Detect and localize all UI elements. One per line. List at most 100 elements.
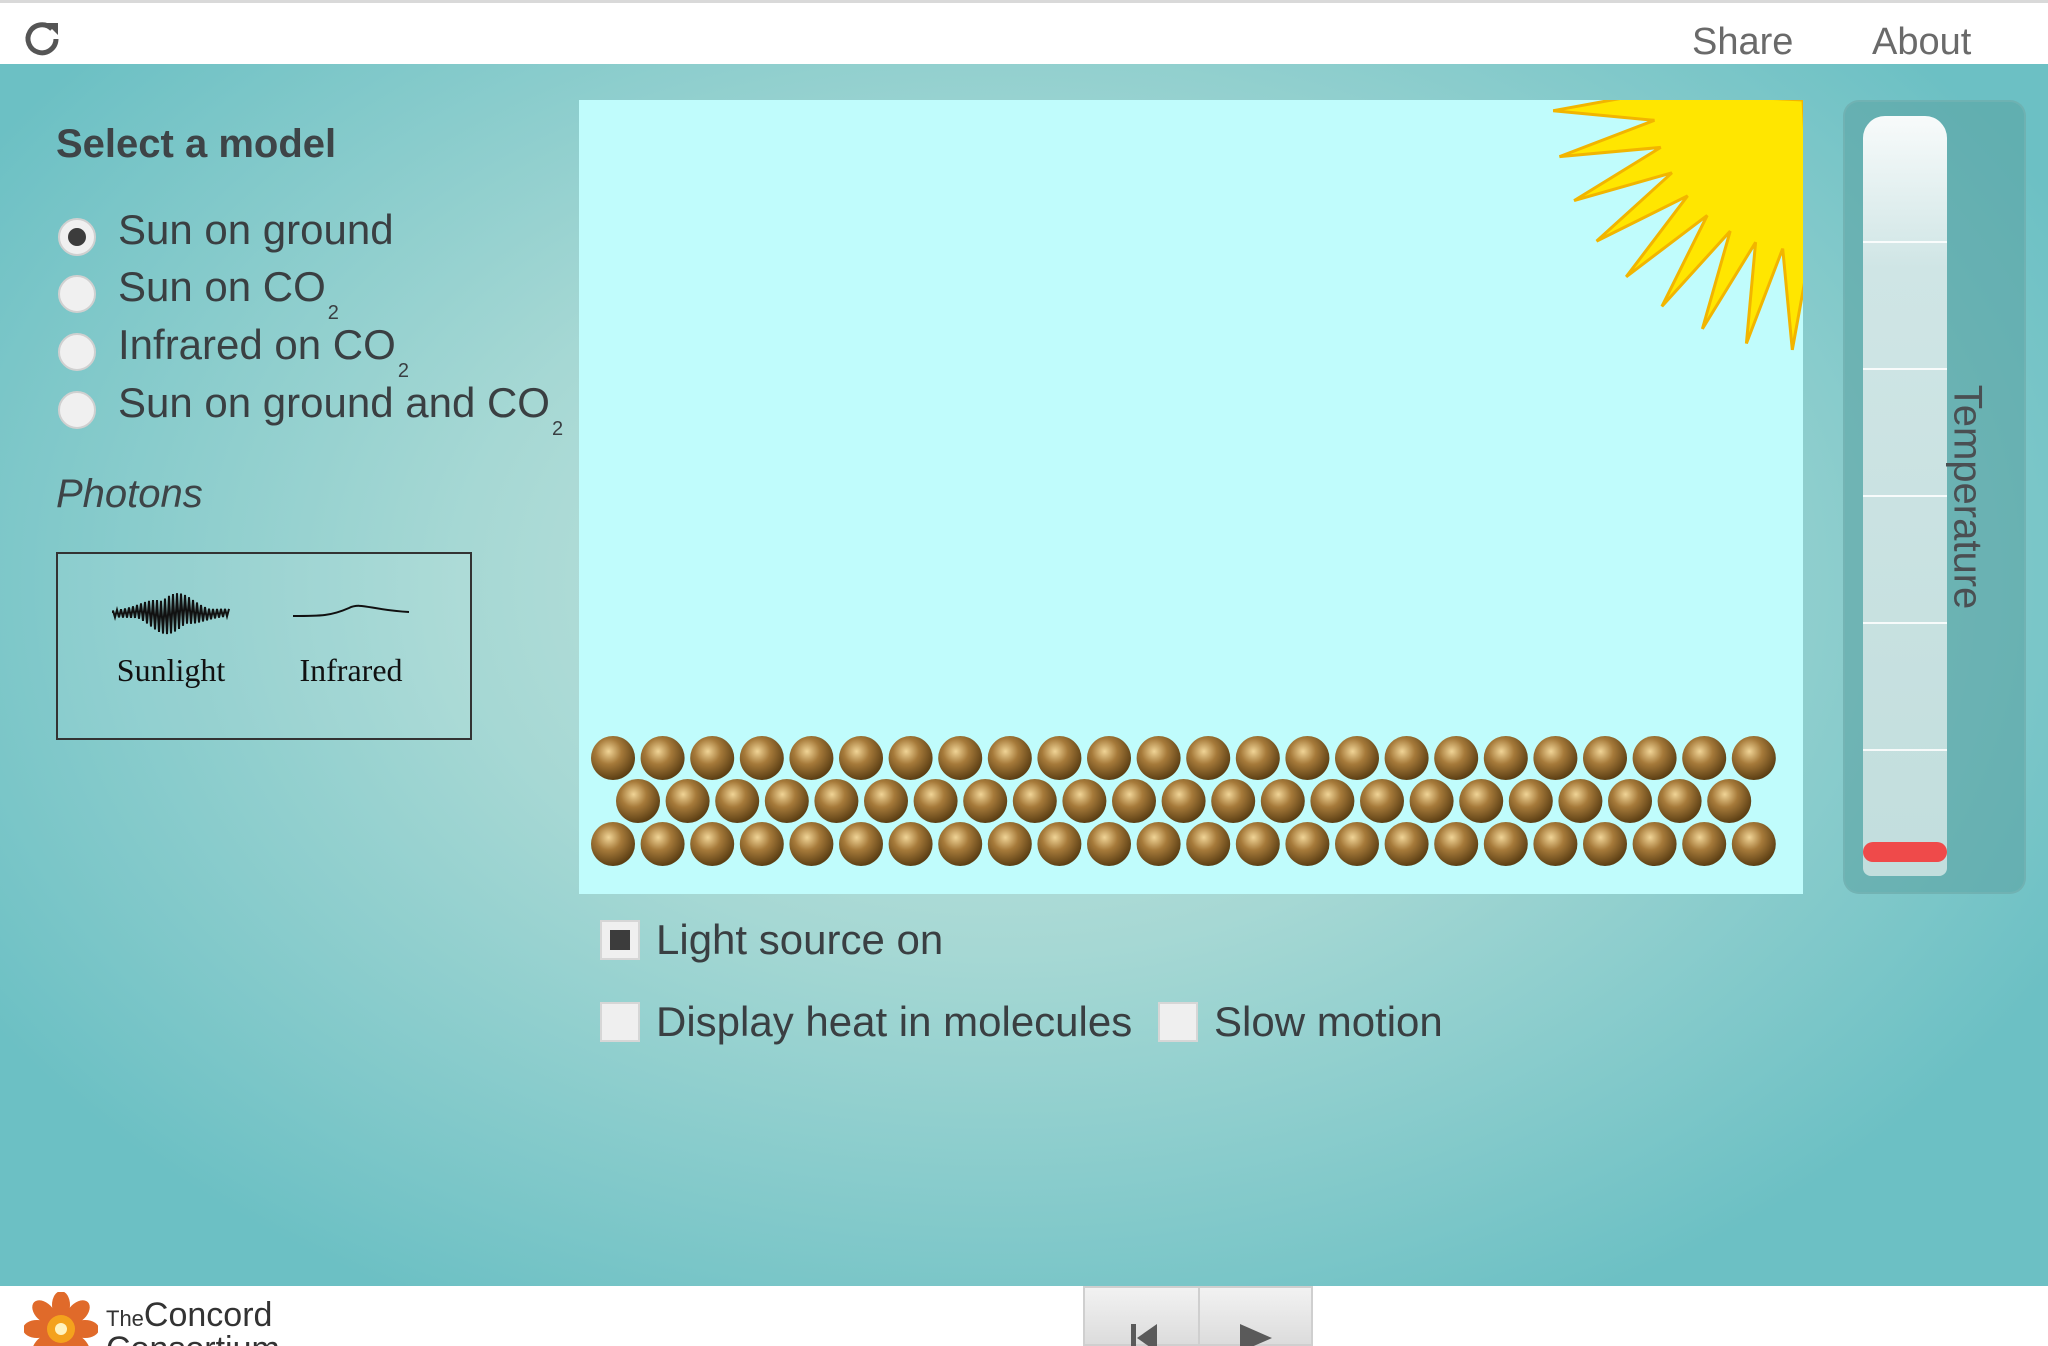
model-option-label: Infrared on CO2 — [118, 321, 409, 382]
ground-molecule — [987, 822, 1032, 866]
ground-molecule — [1310, 779, 1355, 823]
ground-molecule — [1533, 822, 1578, 866]
photons-heading: Photons — [56, 472, 203, 516]
ground-molecule — [1483, 736, 1528, 780]
concord-logo[interactable]: TheConcord Consortium — [24, 1292, 280, 1346]
ground-molecule — [1434, 822, 1479, 866]
temperature-label: Temperature — [1945, 384, 1990, 610]
ground-molecule — [839, 736, 883, 780]
model-option-label: Sun on CO2 — [118, 263, 339, 324]
ground-molecule — [640, 736, 685, 780]
ground-molecule — [1583, 822, 1627, 866]
model-radio[interactable] — [58, 391, 96, 429]
ground-molecule — [1731, 736, 1776, 780]
ground-molecule — [1508, 779, 1553, 823]
simulation-canvas[interactable] — [579, 100, 1803, 894]
ground-molecule — [1409, 779, 1454, 823]
bottom-bar: TheConcord Consortium — [0, 1286, 2048, 1346]
ground-molecule — [764, 779, 809, 823]
ground-molecule — [1186, 736, 1231, 780]
slow-motion-checkbox[interactable] — [1158, 1002, 1198, 1042]
share-link[interactable]: Share — [1692, 21, 1793, 64]
photon-legend: Sunlight Infrared — [56, 552, 472, 740]
model-option-infrared-on-co2[interactable]: Infrared on CO2 — [58, 321, 409, 382]
ground-molecule — [913, 779, 958, 823]
light-source-checkbox[interactable] — [600, 920, 640, 960]
ground-molecule — [715, 779, 760, 823]
model-selector-title: Select a model — [56, 122, 337, 166]
ground-molecule — [1335, 736, 1379, 780]
ground-molecule — [1112, 779, 1156, 823]
ground-molecule — [591, 822, 635, 866]
ground-molecule — [1707, 779, 1752, 823]
ground-molecule — [1483, 822, 1528, 866]
ground-molecule — [1211, 779, 1256, 823]
concord-flower-icon — [24, 1292, 98, 1346]
logo-wordmark: TheConcord Consortium — [106, 1296, 280, 1346]
ground-molecule — [1161, 779, 1206, 823]
thermometer-fill — [1863, 842, 1947, 862]
ground-molecule — [864, 779, 908, 823]
ground-molecules — [591, 736, 1776, 866]
display-heat-toggle[interactable]: Display heat in molecules — [600, 998, 1132, 1046]
legend-sunlight: Sunlight — [96, 588, 246, 689]
ground-molecule — [1459, 779, 1504, 823]
legend-sunlight-label: Sunlight — [116, 652, 226, 688]
ground-molecule — [1012, 779, 1057, 823]
model-radio[interactable] — [58, 218, 96, 256]
infrared-wave-icon — [292, 604, 410, 617]
ground-molecule — [963, 779, 1008, 823]
sunlight-wave-icon — [112, 593, 230, 635]
ground-molecule — [1037, 822, 1082, 866]
slow-motion-toggle[interactable]: Slow motion — [1158, 998, 1443, 1046]
ground-molecule — [789, 736, 834, 780]
model-option-sun-on-co2[interactable]: Sun on CO2 — [58, 263, 339, 324]
model-radio[interactable] — [58, 275, 96, 313]
display-heat-checkbox[interactable] — [600, 1002, 640, 1042]
play-button[interactable] — [1198, 1288, 1313, 1346]
model-option-label: Sun on ground and CO2 — [118, 379, 564, 440]
reload-icon[interactable] — [22, 19, 62, 59]
ground-molecule — [1285, 736, 1330, 780]
ground-molecule — [665, 779, 710, 823]
ground-molecule — [938, 822, 983, 866]
ground-molecule — [888, 822, 933, 866]
light-source-label: Light source on — [656, 916, 944, 963]
ground-molecule — [1235, 736, 1280, 780]
about-link[interactable]: About — [1872, 21, 1971, 64]
slow-motion-label: Slow motion — [1214, 998, 1443, 1045]
ground-molecule — [938, 736, 983, 780]
ground-molecule — [1682, 736, 1727, 780]
legend-infrared: Infrared — [276, 588, 426, 689]
thermometer-tube — [1863, 116, 1947, 876]
ground-molecule — [1558, 779, 1603, 823]
ground-molecule — [1434, 736, 1479, 780]
ground-molecule — [839, 822, 883, 866]
reset-button[interactable] — [1085, 1288, 1198, 1346]
ground-molecule — [1285, 822, 1330, 866]
ground-molecule — [1335, 822, 1379, 866]
main-panel: Select a model Sun on ground Sun on CO2 … — [0, 64, 2048, 1286]
ground-molecule — [1657, 779, 1702, 823]
ground-molecule — [739, 822, 784, 866]
ground-molecule — [1186, 822, 1231, 866]
playback-controls — [1083, 1286, 1313, 1346]
ground-molecule — [1087, 822, 1131, 866]
ground-molecule — [1731, 822, 1776, 866]
ground-molecule — [1360, 779, 1404, 823]
ground-molecule — [1632, 822, 1677, 866]
ground-molecule — [1384, 822, 1429, 866]
light-source-toggle[interactable]: Light source on — [600, 916, 943, 964]
ground-molecule — [591, 736, 635, 780]
thermometer-tick — [1863, 495, 1947, 497]
top-bar: Share About — [0, 0, 2048, 64]
model-option-sun-on-ground-and-co2[interactable]: Sun on ground and CO2 — [58, 379, 563, 440]
ground-molecule — [987, 736, 1032, 780]
thermometer-tick — [1863, 368, 1947, 370]
ground-molecule — [814, 779, 859, 823]
ground-molecule — [1260, 779, 1305, 823]
thermometer-tick — [1863, 749, 1947, 751]
model-option-sun-on-ground[interactable]: Sun on ground — [58, 206, 396, 262]
model-radio[interactable] — [58, 333, 96, 371]
ground-molecule — [690, 736, 735, 780]
